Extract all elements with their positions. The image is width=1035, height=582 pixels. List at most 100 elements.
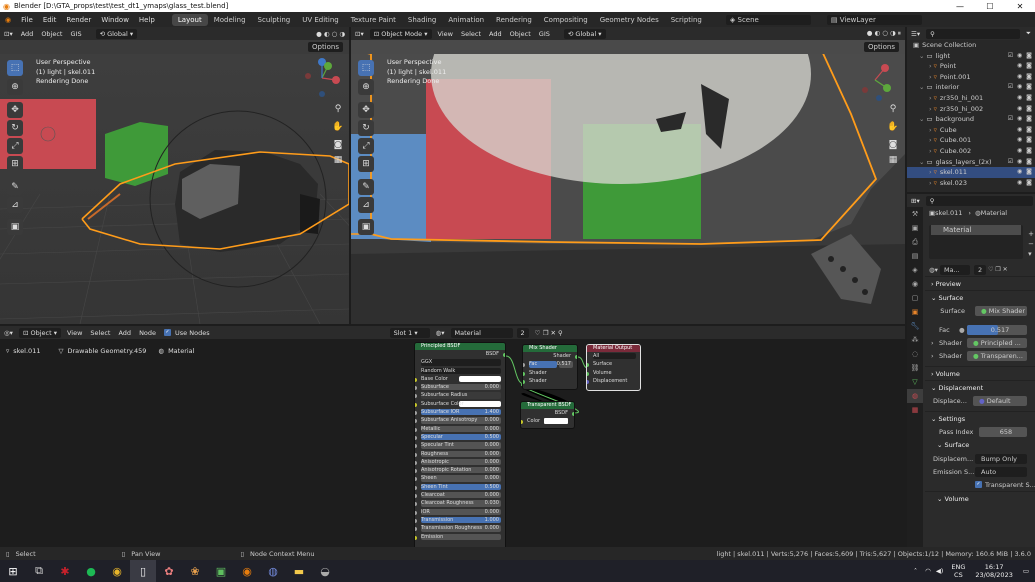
visibility-eye-icon[interactable]: ◉ ◙ — [1017, 93, 1033, 104]
tab-constraints-icon[interactable]: ⛓︎ — [907, 361, 923, 375]
tab-world-icon[interactable]: ◉ — [907, 277, 923, 291]
principled-distribution-dropdown[interactable]: GGX — [415, 358, 505, 366]
principled-input-row[interactable]: Emission — [415, 533, 505, 541]
principled-input-socket[interactable] — [415, 477, 417, 482]
vp2-camera-icon[interactable]: ◙ — [887, 140, 899, 152]
tab-view-layer-icon[interactable]: ▤ — [907, 249, 923, 263]
vp2-shading-icons[interactable]: ● ◐ ○ ◑ ⏸ — [863, 29, 905, 38]
tab-scene-icon[interactable]: ◈ — [907, 263, 923, 277]
vp2-tool-rotate-icon[interactable]: ↻ — [358, 120, 374, 136]
vp2-menu-select[interactable]: Select — [457, 30, 485, 38]
outliner-row[interactable]: › ▿ skel.023 ◉ ◙ — [907, 178, 1035, 189]
visibility-eye-icon[interactable]: ◉ ◙ — [1017, 72, 1033, 83]
outliner-expand-icon[interactable]: › — [929, 178, 932, 189]
vp2-orientation-dropdown[interactable]: ⟲ Global ▾ — [563, 28, 606, 39]
tray-volume-icon[interactable]: ◀) — [936, 567, 944, 575]
material-users-count[interactable]: 2 — [516, 327, 529, 338]
blender-taskbar-icon[interactable]: ◉ — [234, 560, 260, 582]
material-datablock-users[interactable]: 2 — [973, 264, 987, 275]
output-displacement-socket[interactable] — [587, 379, 589, 384]
tab-geometry-nodes[interactable]: Geometry Nodes — [594, 14, 665, 26]
slot-remove-button[interactable]: − — [1028, 239, 1034, 249]
material-fake-user-icon[interactable]: ♡ ❐ ✕ ⚲ — [531, 329, 567, 337]
node-menu-node[interactable]: Node — [135, 329, 160, 337]
material-output-node[interactable]: Material Output All Surface Volume Displ… — [586, 344, 641, 391]
mix-in1-socket[interactable] — [523, 371, 525, 376]
vp1-navigation-gizmo[interactable] — [302, 58, 342, 98]
vp2-tool-transform-icon[interactable]: ⊞ — [358, 156, 374, 172]
vp1-menu-object[interactable]: Object — [37, 30, 66, 38]
tool-rotate-icon[interactable]: ↻ — [7, 120, 23, 136]
principled-input-row[interactable]: Subsurface IOR 1.400 — [415, 408, 505, 416]
visibility-eye-icon[interactable]: ◉ ◙ — [1017, 146, 1033, 157]
outliner-expand-icon[interactable]: › — [929, 104, 932, 115]
language-indicator[interactable]: ENG CS — [951, 563, 965, 579]
start-windows-icon[interactable]: ⊞ — [0, 560, 26, 582]
transparent-header[interactable]: Transparent BSDF — [521, 402, 574, 409]
mix-out-socket[interactable] — [575, 355, 577, 359]
tab-tool-icon[interactable]: ⚒ — [907, 207, 923, 221]
principled-input-row[interactable]: Roughness 0.000 — [415, 450, 505, 458]
transparent-bsdf-node[interactable]: Transparent BSDF BSDF Color — [520, 401, 575, 429]
maximize-button[interactable]: ☐ — [975, 2, 1005, 11]
output-header[interactable]: Material Output — [587, 345, 640, 352]
vp2-menu-gis[interactable]: GIS — [535, 30, 554, 38]
transparent-out-socket[interactable] — [572, 412, 574, 416]
principled-input-socket[interactable] — [415, 452, 417, 457]
transparent-shadows-checkbox[interactable]: ✓ — [975, 481, 982, 488]
use-nodes-checkbox[interactable]: ✓ — [164, 329, 172, 336]
vp2-tool-move-icon[interactable]: ✥ — [358, 102, 374, 118]
vp2-grid-icon[interactable]: ▦ — [887, 155, 899, 167]
principled-input-row[interactable]: Clearcoat Roughness 0.030 — [415, 499, 505, 507]
material-browse-button[interactable]: ◍▾ — [929, 266, 938, 274]
tab-layout[interactable]: Layout — [171, 13, 208, 26]
principled-input-row[interactable]: Base Color — [415, 375, 505, 383]
principled-input-row[interactable]: Transmission Roughness 0.000 — [415, 524, 505, 532]
principled-input-row[interactable]: Clearcoat 0.000 — [415, 491, 505, 499]
tool-add-cube-icon[interactable]: ▣ — [7, 219, 23, 235]
outliner-expand-icon[interactable]: ⌄ — [919, 82, 924, 93]
fac-slider[interactable]: 0.517 — [967, 324, 1027, 335]
viewport1[interactable]: User Perspective (1) light | skel.011 Re… — [0, 54, 349, 324]
vp2-menu-object[interactable]: Object — [506, 30, 535, 38]
principled-input-row[interactable]: Subsurface 0.000 — [415, 383, 505, 391]
editor-type-icon[interactable]: ⊡▾ — [0, 30, 17, 38]
node-menu-select[interactable]: Select — [86, 329, 114, 337]
tab-physics-icon[interactable]: ◌ — [907, 347, 923, 361]
section-volume[interactable]: › Volume — [925, 366, 1035, 380]
tab-collection-icon[interactable]: ▢ — [907, 291, 923, 305]
principled-input-socket[interactable] — [415, 527, 417, 532]
outliner-row[interactable]: ⌄ ▭ light ☑ ◉ ◙ — [907, 51, 1035, 62]
principled-input-socket[interactable] — [415, 518, 417, 523]
outliner-row[interactable]: › ▿ Point ◉ ◙ — [907, 61, 1035, 72]
node-canvas[interactable]: ▿ skel.011 ▽ Drawable Geometry.459 ◍ Mat… — [0, 339, 905, 550]
outliner-row[interactable]: ⌄ ▭ background ☑ ◉ ◙ — [907, 114, 1035, 125]
notepad-icon[interactable]: ▯ — [130, 560, 156, 582]
clock[interactable]: 16:17 23/08/2023 — [975, 563, 1012, 579]
tool-select-box-icon[interactable]: ⬚ — [7, 60, 23, 76]
visibility-eye-icon[interactable]: ◉ ◙ — [1017, 61, 1033, 72]
principled-input-socket[interactable] — [415, 510, 417, 515]
surface-shader-field[interactable]: ● Mix Shader — [975, 305, 1027, 316]
outliner-row[interactable]: › ▿ Cube.001 ◉ ◙ — [907, 135, 1035, 146]
material-name-field[interactable]: Material — [450, 327, 513, 338]
vp1-pan-hand-icon[interactable]: ✋ — [332, 122, 344, 134]
tray-network-icon[interactable]: ◠ — [925, 567, 931, 575]
output-volume-row[interactable]: Volume — [587, 369, 640, 377]
transparent-color-row[interactable]: Color — [521, 417, 574, 425]
outliner-expand-icon[interactable]: ⌄ — [919, 51, 924, 62]
outliner-editor-icon[interactable]: ☰▾ — [907, 30, 924, 38]
principled-input-socket[interactable] — [415, 386, 417, 391]
principled-input-socket[interactable] — [415, 485, 417, 490]
tool-annotate-icon[interactable]: ✎ — [7, 179, 23, 195]
tab-object-icon[interactable]: ▣ — [907, 305, 923, 319]
principled-input-socket[interactable] — [415, 377, 417, 382]
emission-sampling-dropdown[interactable]: Auto — [975, 466, 1027, 477]
scene-selector[interactable]: ◈ Scene — [725, 14, 811, 25]
tool-move-icon[interactable]: ✥ — [7, 102, 23, 118]
app-icon-9[interactable]: ▣ — [208, 560, 234, 582]
vp2-options-button[interactable]: Options — [863, 42, 899, 52]
principled-input-row[interactable]: Transmission 1.000 — [415, 516, 505, 524]
chrome-icon[interactable]: ◉ — [104, 560, 130, 582]
outliner-expand-icon[interactable]: › — [929, 135, 932, 146]
